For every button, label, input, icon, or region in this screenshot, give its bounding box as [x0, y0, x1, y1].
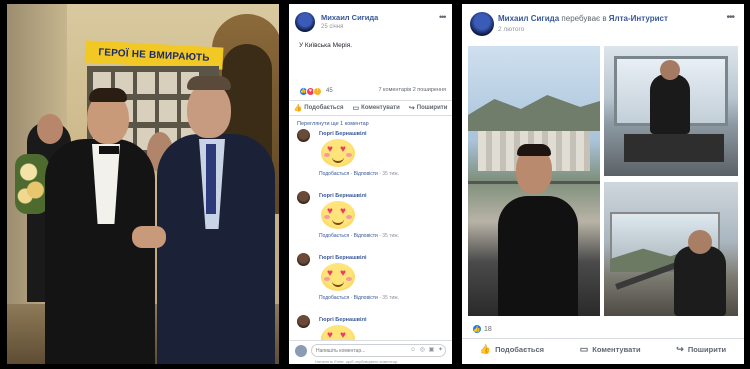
comment-label: Коментувати: [592, 345, 641, 354]
thumbs-up-icon: 👍: [293, 105, 303, 112]
share-label: Поширити: [416, 105, 448, 111]
post-location-text: У Київська Мерія.: [299, 42, 353, 49]
post-actions-bar: 👍 Подобається ▭ Коментувати ↪ Поширити: [289, 100, 452, 116]
write-comment-bar: ☺ ◎ ▣ ✦ Натисніть Enter, щоб опублікуват…: [289, 340, 452, 364]
heart-eyes-sticker: ♥ ♥: [321, 263, 355, 291]
comment-meta: Подобається · Відповісти · 35 тиж.: [319, 295, 400, 301]
comment-time[interactable]: 35 тиж.: [382, 233, 399, 239]
reactions-summary[interactable]: 👍 18: [472, 324, 492, 334]
gym-photo-workout[interactable]: [604, 182, 738, 316]
reaction-count: 18: [484, 325, 492, 333]
comment-reply-link[interactable]: Відповісти: [354, 233, 378, 239]
view-previous-comments-link[interactable]: Переглянути ще 1 коментар: [297, 121, 369, 127]
comment-meta: Подобається · Відповісти · 35 тиж.: [319, 233, 400, 239]
comment-label: Коментувати: [361, 105, 400, 111]
like-label: Подобається: [304, 105, 344, 111]
comment-hint: Натисніть Enter, щоб опублікувати комент…: [315, 359, 399, 364]
comment-button[interactable]: ▭ Коментувати: [580, 344, 641, 355]
heart-eyes-sticker: ♥ ♥: [321, 201, 355, 229]
like-label: Подобається: [495, 345, 545, 354]
commenter-name[interactable]: Гюргі Бернашвілі: [319, 255, 367, 261]
post-date[interactable]: 2 лютого: [498, 26, 524, 33]
like-reaction-icon: 👍: [472, 324, 482, 334]
author-avatar[interactable]: [295, 12, 315, 32]
reaction-count: 45: [326, 88, 333, 94]
comment-like-link[interactable]: Подобається: [319, 295, 349, 301]
heart-eyes-sticker: ♥ ♥: [321, 139, 355, 167]
post-header: Михаил Сигида 25 січня •••: [295, 12, 447, 36]
author-line: Михаил Сигида перебуває в Ялта-Интурист: [498, 14, 668, 23]
comment-icon: ▭: [579, 344, 589, 354]
background-person-head: [37, 114, 63, 144]
commenter-name[interactable]: Гюргі Бернашвілі: [319, 317, 367, 323]
author-name[interactable]: Михаил Сигида: [498, 14, 559, 23]
like-button[interactable]: 👍 Подобається: [480, 344, 544, 355]
tie: [206, 144, 216, 214]
facebook-post-kyiv: Михаил Сигида 25 січня ••• У Київська Ме…: [289, 4, 452, 364]
reactions-summary[interactable]: 👍 ♥ ! 45: [299, 86, 333, 96]
commenter-avatar[interactable]: [297, 129, 310, 142]
comment-reply-link[interactable]: Відповісти: [354, 295, 378, 301]
author-avatar[interactable]: [470, 12, 494, 36]
current-user-avatar: [295, 345, 307, 357]
share-icon: ↪: [676, 344, 684, 354]
event-photo[interactable]: ГЕРОЇ НЕ ВМИРАЮТЬ: [7, 4, 279, 364]
comments-shares-count[interactable]: 7 коментарів 2 поширення: [378, 87, 446, 93]
handshake: [132, 226, 166, 248]
facebook-post-yalta: Михаил Сигида перебуває в Ялта-Интурист …: [462, 4, 744, 364]
gym-photo-machine[interactable]: [604, 46, 738, 176]
comment-reply-link[interactable]: Відповісти: [354, 171, 378, 177]
commenter-avatar[interactable]: [297, 253, 310, 266]
share-icon: ↪: [408, 105, 415, 112]
share-button[interactable]: ↪ Поширити: [409, 104, 448, 112]
checkin-place-link[interactable]: Ялта-Интурист: [609, 14, 668, 23]
comment-time[interactable]: 35 тиж.: [382, 295, 399, 301]
photo-grid: [468, 46, 738, 316]
comment-icon: ▭: [352, 105, 360, 112]
post-date[interactable]: 25 січня: [321, 24, 343, 30]
like-button[interactable]: 👍 Подобається: [294, 104, 344, 112]
bow-tie: [99, 146, 119, 154]
thumbs-up-icon: 👍: [479, 344, 492, 354]
author-name[interactable]: Михаил Сигида: [321, 13, 378, 22]
man-head: [187, 82, 231, 138]
wow-reaction-icon: !: [313, 86, 322, 96]
share-button[interactable]: ↪ Поширити: [676, 344, 726, 355]
post-actions-bar: 👍 Подобається ▭ Коментувати ↪ Поширити: [462, 338, 744, 360]
comment-attachment-icons[interactable]: ☺ ◎ ▣ ✦: [410, 346, 444, 353]
man-hair: [187, 76, 231, 90]
comment-meta: Подобається · Відповісти · 35 тиж.: [319, 171, 400, 177]
comment-button[interactable]: ▭ Коментувати: [353, 104, 400, 112]
man-hair: [89, 88, 127, 102]
commenter-avatar[interactable]: [297, 191, 310, 204]
share-label: Поширити: [687, 345, 727, 354]
checkin-verb: перебуває в: [559, 14, 609, 23]
commenter-name[interactable]: Гюргі Бернашвілі: [319, 131, 367, 137]
commenter-avatar[interactable]: [297, 315, 310, 328]
more-options-icon[interactable]: •••: [439, 12, 447, 22]
more-options-icon[interactable]: •••: [726, 12, 734, 23]
commenter-name[interactable]: Гюргі Бернашвілі: [319, 193, 367, 199]
comment-like-link[interactable]: Подобається: [319, 233, 349, 239]
comment-time[interactable]: 35 тиж.: [382, 171, 399, 177]
gym-photo-balcony[interactable]: [468, 46, 600, 316]
comment-like-link[interactable]: Подобається: [319, 171, 349, 177]
flowers: [15, 154, 49, 214]
